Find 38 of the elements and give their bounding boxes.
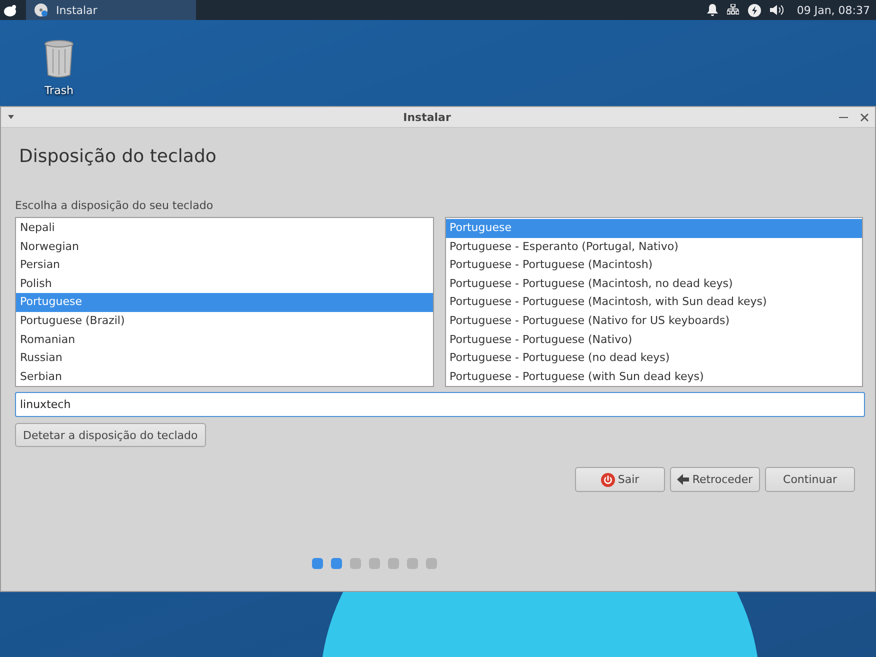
page-heading: Disposição do teclado: [19, 146, 218, 167]
desktop-icon-label[interactable]: Trash: [44, 84, 74, 97]
disc-icon: [34, 3, 48, 17]
layout-item[interactable]: Persian: [16, 256, 432, 275]
variant-item[interactable]: Portuguese - Esperanto (Portugal, Nativo): [446, 238, 862, 256]
layout-item[interactable]: Polish: [16, 274, 432, 294]
power-icon[interactable]: [748, 4, 761, 16]
variant-item[interactable]: Portuguese - Portuguese (Macintosh, with Sun dead keys): [446, 293, 862, 312]
variant-item[interactable]: Portuguese - Portuguese (Macintosh): [446, 256, 862, 275]
network-icon[interactable]: [726, 4, 739, 16]
bell-icon[interactable]: [706, 4, 718, 16]
clock[interactable]: 09 Jan, 08:37: [796, 4, 870, 16]
variant-item[interactable]: Portuguese - Portuguese (Nativo for US keyboards): [446, 312, 862, 331]
detect-layout-button[interactable]: Detetar a disposição do teclado: [15, 423, 206, 447]
next-button[interactable]: Continuar: [765, 467, 855, 492]
layout-item[interactable]: Portuguese (Brazil): [16, 312, 432, 331]
close-icon[interactable]: [860, 112, 869, 122]
window-title: Instalar: [402, 110, 452, 124]
layout-item[interactable]: Serbian: [16, 368, 432, 386]
layout-item[interactable]: Russian: [16, 349, 432, 368]
quit-button[interactable]: Sair: [575, 467, 665, 492]
back-button[interactable]: Retroceder: [670, 467, 760, 492]
test-input-field[interactable]: linuxtech: [15, 392, 865, 417]
layout-item[interactable]: Nepali: [16, 219, 432, 238]
variant-item[interactable]: Portuguese - Portuguese (no dead keys): [446, 349, 862, 368]
layout-item[interactable]: Norwegian: [16, 238, 432, 256]
mouse-logo-icon[interactable]: [3, 4, 17, 16]
trash-can-icon[interactable]: [44, 40, 74, 78]
layout-item[interactable]: Romanian: [16, 330, 432, 350]
arrow-left-icon: [677, 474, 690, 485]
speaker-icon[interactable]: [770, 4, 784, 16]
power-icon: [600, 472, 615, 486]
variant-item[interactable]: Portuguese - Portuguese (with Sun dead keys): [446, 368, 862, 386]
variant-item[interactable]: Portuguese - Portuguese (Macintosh, no dead keys): [446, 274, 862, 294]
caret-icon[interactable]: [7, 114, 15, 120]
prompt-label: Escolha a disposição do seu teclado: [15, 199, 214, 212]
taskbar-task[interactable]: Instalar: [26, 0, 196, 20]
variant-item[interactable]: Portuguese - Portuguese (Nativo): [446, 330, 862, 350]
